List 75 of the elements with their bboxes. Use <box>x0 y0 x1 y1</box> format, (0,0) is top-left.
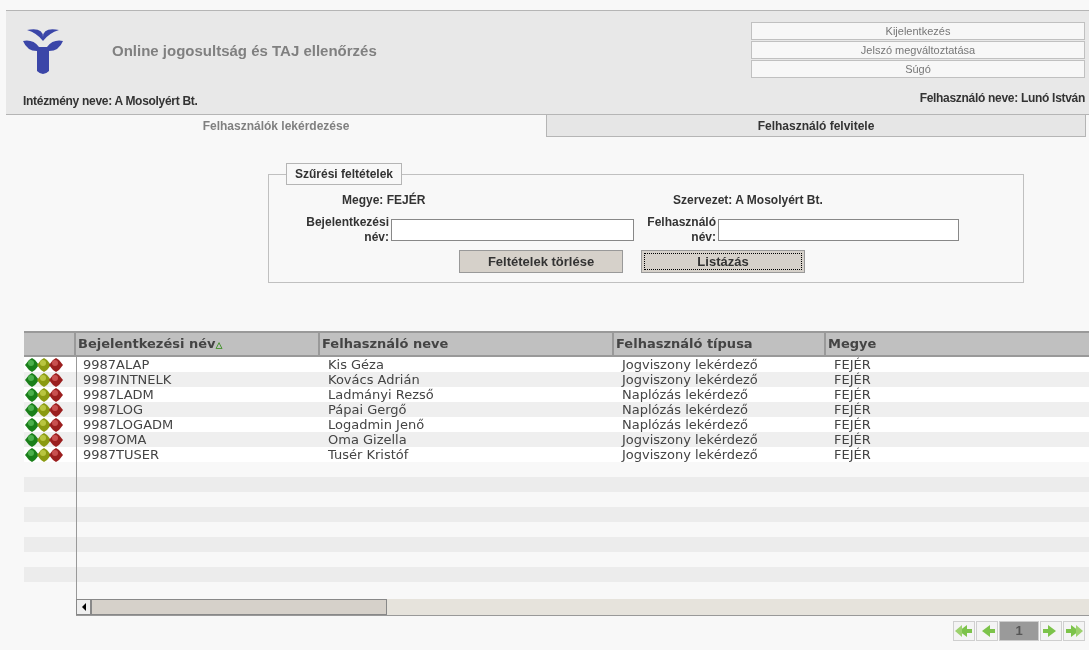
filter-legend: Szűrési feltételek <box>286 163 403 185</box>
round-button-icon[interactable] <box>25 417 39 432</box>
table-cell-text: Jogviszony lekérdező <box>620 447 759 462</box>
round-button-icon[interactable] <box>37 447 51 462</box>
round-button-icon[interactable] <box>25 357 39 372</box>
round-button-icon[interactable] <box>25 432 39 447</box>
header-link[interactable]: Kijelentkezés <box>751 22 1085 40</box>
round-button-icon[interactable] <box>37 432 51 447</box>
round-button-icon[interactable] <box>37 357 51 372</box>
round-button-icon[interactable] <box>49 402 63 417</box>
table-cell-text: Oma Gizella <box>327 432 408 447</box>
table-cell-text: 9987OMA <box>82 432 148 447</box>
login-name-field[interactable] <box>391 219 634 241</box>
round-button-icon[interactable] <box>37 387 51 402</box>
table-cell-text: FEJÉR <box>833 372 872 387</box>
app-title: Online jogosultság és TAJ ellenőrzés <box>112 40 377 61</box>
double-arrow-icon <box>955 622 973 640</box>
login-name-label: Bejelentkezési név: <box>305 215 389 245</box>
table-cell-text: 9987ALAP <box>82 357 151 372</box>
column-header[interactable]: Felhasználó neve <box>320 333 614 355</box>
user-name-field[interactable] <box>718 219 959 241</box>
table-cell-text: Logadmin Jenő <box>327 417 426 432</box>
round-button-icon[interactable] <box>37 402 51 417</box>
round-button-icon[interactable] <box>49 387 63 402</box>
table-cell-text: FEJÉR <box>833 402 872 417</box>
table-cell-text: FEJÉR <box>833 447 872 462</box>
round-button-icon[interactable] <box>25 402 39 417</box>
institution-label: Intézmény neve: A Mosolyért Bt. <box>23 93 199 110</box>
table-cell-text: Jogviszony lekérdező <box>620 372 759 387</box>
double-arrow-icon <box>1065 622 1083 640</box>
table-cell-text: Tusér Kristóf <box>327 447 410 462</box>
round-button-icon[interactable] <box>37 372 51 387</box>
table-cell-text: 9987LOGADM <box>82 417 175 432</box>
table-cell-text: 9987LOG <box>82 402 145 417</box>
user-name-label: Felhasználó név: <box>646 215 716 245</box>
round-button-icon[interactable] <box>49 447 63 462</box>
sort-icon: ▵ <box>215 337 223 351</box>
table-cell-text: FEJÉR <box>833 387 872 402</box>
round-button-icon[interactable] <box>25 372 39 387</box>
round-button-icon[interactable] <box>49 417 63 432</box>
round-button-icon[interactable] <box>49 372 63 387</box>
table-cell-text: Ladmányi Rezső <box>327 387 435 402</box>
logo-icon <box>23 27 63 75</box>
organization-label: Szervezet: A Mosolyért Bt. <box>673 192 823 209</box>
table-cell-text: Pápai Gergő <box>327 402 408 417</box>
table-cell-text: Naplózás lekérdező <box>621 387 750 402</box>
header-link[interactable]: Súgó <box>751 60 1085 78</box>
county-label: Megye: FEJÉR <box>342 191 427 209</box>
list-button[interactable]: Listázás <box>641 250 805 273</box>
table-cell-text: 9987INTNELK <box>82 372 173 387</box>
round-button-icon[interactable] <box>49 432 63 447</box>
user-label: Felhasználó neve: Lunó István <box>919 90 1085 107</box>
page-number: 1 <box>999 621 1039 641</box>
header-link[interactable]: Jelszó megváltoztatása <box>751 41 1085 59</box>
table-cell-text: Kis Géza <box>327 357 385 372</box>
column-header[interactable]: Felhasználó típusa <box>614 333 826 355</box>
table-cell-text: 9987TUSER <box>82 447 161 462</box>
table-cell-text: Naplózás lekérdező <box>621 417 750 432</box>
round-button-icon[interactable] <box>49 357 63 372</box>
column-header[interactable]: Bejelentkezési név▵ <box>76 333 320 355</box>
round-button-icon[interactable] <box>37 417 51 432</box>
tab[interactable]: Felhasználó felvitele <box>546 115 1086 137</box>
table-cell-text: FEJÉR <box>833 432 872 447</box>
table-cell-text: Jogviszony lekérdező <box>620 432 759 447</box>
table-cell-text: Jogviszony lekérdező <box>620 357 759 372</box>
table-cell-text: FEJÉR <box>833 417 872 432</box>
table-cell-text: Naplózás lekérdező <box>621 402 750 417</box>
table-cell-text: 9987LADM <box>82 387 155 402</box>
table-cell-text: Kovács Adrián <box>327 372 421 387</box>
round-button-icon[interactable] <box>25 447 39 462</box>
round-button-icon[interactable] <box>25 387 39 402</box>
table-cell-text: FEJÉR <box>833 357 872 372</box>
horizontal-scrollbar[interactable] <box>76 599 1089 616</box>
column-header[interactable]: Megye <box>826 333 1089 355</box>
clear-button[interactable]: Feltételek törlése <box>459 250 623 273</box>
